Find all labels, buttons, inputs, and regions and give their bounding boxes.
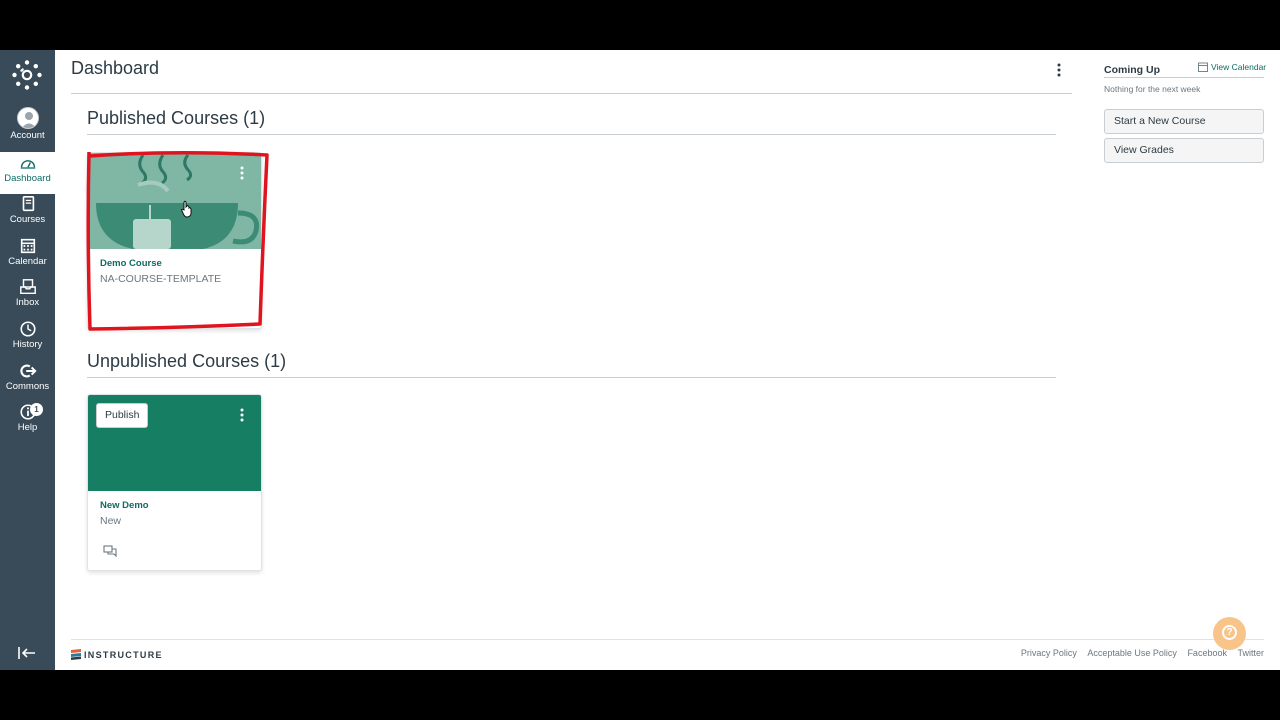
course-card-demo[interactable]: Demo Course NA-COURSE-TEMPLATE xyxy=(87,152,262,329)
unpublished-section-title: Unpublished Courses (1) xyxy=(87,351,287,371)
clock-icon xyxy=(19,321,36,337)
nav-label: Commons xyxy=(5,381,50,392)
course-name[interactable]: Demo Course xyxy=(100,258,162,269)
nav-dashboard[interactable]: Dashboard xyxy=(0,152,55,194)
help-badge: 1 xyxy=(30,403,43,416)
global-nav: Account Dashboard Courses Calendar Inbox… xyxy=(0,50,55,670)
canvas-app: Account Dashboard Courses Calendar Inbox… xyxy=(0,50,1280,670)
nav-label: Courses xyxy=(9,214,46,225)
published-section-title: Published Courses (1) xyxy=(87,108,266,128)
nav-label: Inbox xyxy=(15,297,40,308)
twitter-link[interactable]: Twitter xyxy=(1237,648,1264,658)
dashboard-icon xyxy=(20,160,35,169)
inbox-icon xyxy=(19,279,36,295)
courses-icon xyxy=(22,195,34,212)
view-calendar-link[interactable]: View Calendar xyxy=(1198,62,1266,72)
nav-courses[interactable]: Courses xyxy=(0,195,55,237)
course-code: New xyxy=(100,515,122,527)
course-card-hero[interactable] xyxy=(88,153,261,249)
instructure-logo[interactable]: INSTRUCTURE xyxy=(71,649,163,663)
coming-up-title: Coming Up xyxy=(1104,64,1160,76)
nav-inbox[interactable]: Inbox xyxy=(0,278,55,320)
course-card-options-icon[interactable] xyxy=(237,165,247,181)
avatar-icon xyxy=(16,107,39,129)
course-image-tea-cup xyxy=(88,153,261,249)
privacy-policy-link[interactable]: Privacy Policy xyxy=(1021,648,1077,658)
instructure-wordmark: INSTRUCTURE xyxy=(84,650,163,660)
commons-icon xyxy=(19,364,37,378)
collapse-nav-icon[interactable] xyxy=(17,645,37,661)
nav-label: Help xyxy=(17,422,38,433)
course-card-options-icon[interactable] xyxy=(237,407,247,423)
nav-account[interactable]: Account xyxy=(0,107,55,147)
nav-label: Dashboard xyxy=(4,173,51,184)
view-grades-button[interactable]: View Grades xyxy=(1104,138,1264,163)
nav-help[interactable]: 1 Help xyxy=(0,403,55,445)
help-fab-button[interactable]: ? xyxy=(1213,617,1246,650)
canvas-logo-icon[interactable] xyxy=(11,59,43,91)
nav-label: Calendar xyxy=(8,256,47,267)
coming-up-empty-text: Nothing for the next week xyxy=(1104,84,1201,94)
course-card-new-demo[interactable]: Publish New Demo New xyxy=(87,394,262,571)
question-icon: ? xyxy=(1222,625,1237,640)
nav-commons[interactable]: Commons xyxy=(0,362,55,404)
coming-up-divider xyxy=(1104,77,1264,78)
calendar-icon xyxy=(1198,62,1208,72)
section-divider xyxy=(87,377,1056,378)
course-name[interactable]: New Demo xyxy=(100,500,149,511)
header-divider xyxy=(71,93,1072,94)
facebook-link[interactable]: Facebook xyxy=(1187,648,1227,658)
dashboard-options-icon[interactable] xyxy=(1052,62,1066,78)
nav-calendar[interactable]: Calendar xyxy=(0,237,55,279)
calendar-icon xyxy=(20,238,35,254)
nav-history[interactable]: History xyxy=(0,320,55,362)
nav-label: History xyxy=(12,339,43,350)
footer-divider xyxy=(71,639,1264,640)
publish-button[interactable]: Publish xyxy=(96,403,149,428)
section-divider xyxy=(87,134,1056,135)
page-title: Dashboard xyxy=(71,58,160,78)
start-new-course-button[interactable]: Start a New Course xyxy=(1104,109,1264,134)
view-calendar-label[interactable]: View Calendar xyxy=(1211,62,1266,72)
nav-label: Account xyxy=(10,130,45,141)
discussions-icon[interactable] xyxy=(103,545,117,557)
instructure-mark-icon xyxy=(71,649,81,660)
course-code: NA-COURSE-TEMPLATE xyxy=(100,273,222,285)
acceptable-use-policy-link[interactable]: Acceptable Use Policy xyxy=(1087,648,1177,658)
